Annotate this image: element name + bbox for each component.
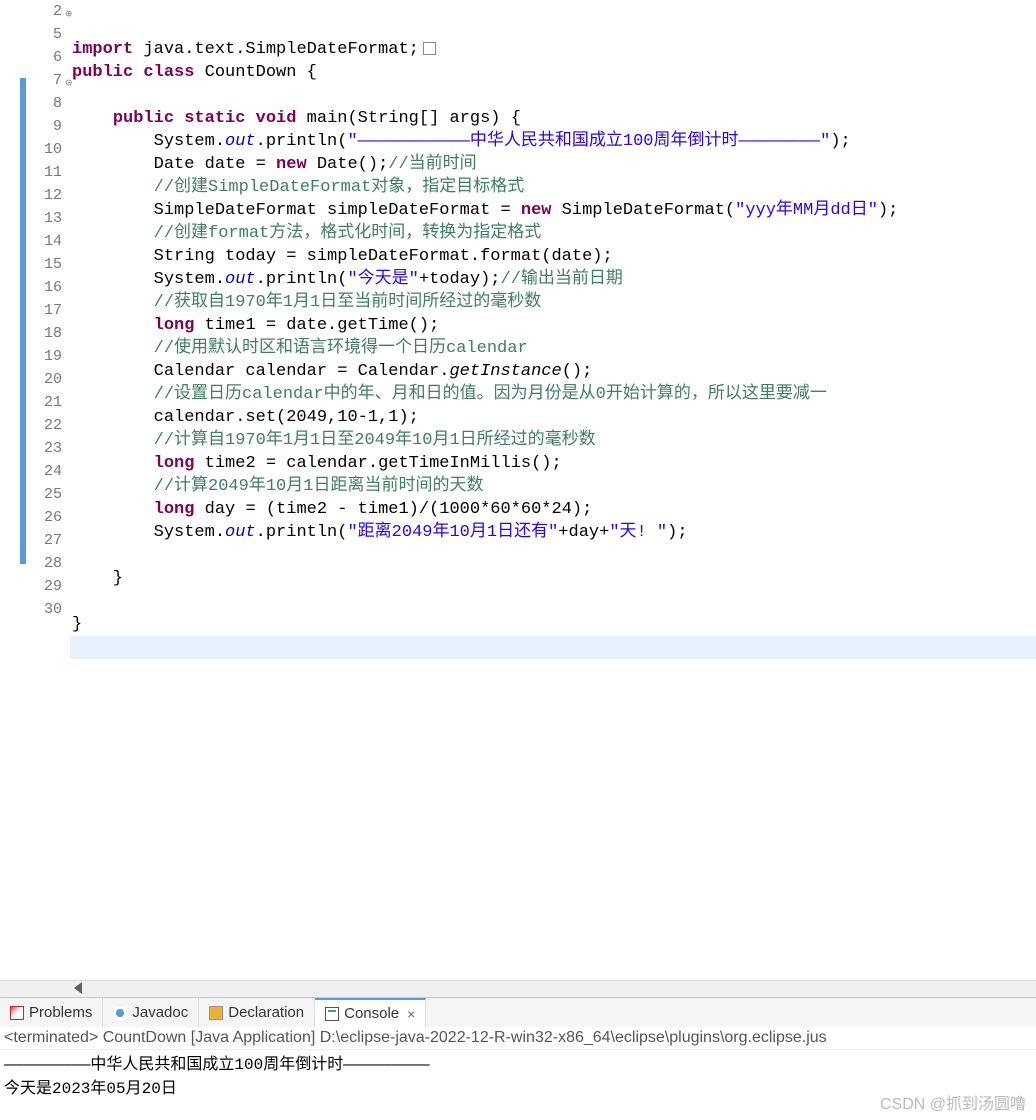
line-number: 8	[0, 92, 62, 115]
line-number: 29	[0, 575, 62, 598]
declaration-icon	[209, 1006, 223, 1020]
code-line[interactable]: }	[70, 613, 1036, 636]
code-line[interactable]: public class CountDown {	[70, 61, 1036, 84]
horizontal-scrollbar[interactable]	[0, 980, 1036, 997]
bottom-tabs: Problems Javadoc Declaration Console ×	[0, 997, 1036, 1027]
console-status: <terminated> CountDown [Java Application…	[0, 1027, 1036, 1050]
line-number: 11	[0, 161, 62, 184]
code-line[interactable]: //获取自1970年1月1日至当前时间所经过的毫秒数	[70, 291, 1036, 314]
line-number: 13	[0, 207, 62, 230]
line-number: 23	[0, 437, 62, 460]
code-editor[interactable]: 2⊕567⊖8910111213141516171819202122232425…	[0, 0, 1036, 980]
line-number: 6	[0, 46, 62, 69]
line-number: 28	[0, 552, 62, 575]
tab-declaration[interactable]: Declaration	[199, 998, 315, 1027]
code-line[interactable]: //使用默认时区和语言环境得一个日历calendar	[70, 337, 1036, 360]
code-line[interactable]: public static void main(String[] args) {	[70, 107, 1036, 130]
line-number: 16	[0, 276, 62, 299]
line-number: 27	[0, 529, 62, 552]
javadoc-icon	[113, 1006, 127, 1020]
watermark: CSDN @抓到汤圆噜	[880, 1090, 1026, 1114]
line-number: 9	[0, 115, 62, 138]
tab-console[interactable]: Console ×	[315, 998, 426, 1027]
tab-label: Javadoc	[132, 1004, 188, 1021]
tab-javadoc[interactable]: Javadoc	[103, 998, 199, 1027]
line-number: 18	[0, 322, 62, 345]
code-line[interactable]	[70, 636, 1036, 659]
code-line[interactable]: calendar.set(2049,10-1,1);	[70, 406, 1036, 429]
line-number: 12	[0, 184, 62, 207]
code-line[interactable]: System.out.println("距离2049年10月1日还有"+day+…	[70, 521, 1036, 544]
code-line[interactable]: long time2 = calendar.getTimeInMillis();	[70, 452, 1036, 475]
problems-icon	[10, 1006, 24, 1020]
code-line[interactable]: System.out.println("今天是"+today);//输出当前日期	[70, 268, 1036, 291]
line-number: 2⊕	[0, 0, 62, 23]
code-line[interactable]	[70, 544, 1036, 567]
line-number: 20	[0, 368, 62, 391]
scroll-left-icon[interactable]	[74, 982, 82, 994]
line-number: 5	[0, 23, 62, 46]
line-number: 22	[0, 414, 62, 437]
line-number: 24	[0, 460, 62, 483]
line-number-gutter: 2⊕567⊖8910111213141516171819202122232425…	[0, 0, 70, 980]
code-line[interactable]: //计算自1970年1月1日至2049年10月1日所经过的毫秒数	[70, 429, 1036, 452]
line-number: 7⊖	[0, 69, 62, 92]
code-line[interactable]	[70, 84, 1036, 107]
code-line[interactable]: //创建format方法，格式化时间，转换为指定格式	[70, 222, 1036, 245]
line-number: 30	[0, 598, 62, 621]
code-line[interactable]: long day = (time2 - time1)/(1000*60*60*2…	[70, 498, 1036, 521]
code-line[interactable]: //设置日历calendar中的年、月和日的值。因为月份是从0开始计算的，所以这…	[70, 383, 1036, 406]
code-line[interactable]: System.out.println("———————————中华人民共和国成立…	[70, 130, 1036, 153]
code-line[interactable]: }	[70, 567, 1036, 590]
code-line[interactable]: long time1 = date.getTime();	[70, 314, 1036, 337]
code-line[interactable]: Calendar calendar = Calendar.getInstance…	[70, 360, 1036, 383]
line-number: 10	[0, 138, 62, 161]
line-number: 26	[0, 506, 62, 529]
line-number: 15	[0, 253, 62, 276]
line-number: 14	[0, 230, 62, 253]
tab-label: Declaration	[228, 1004, 304, 1021]
code-line[interactable]: Date date = new Date();//当前时间	[70, 153, 1036, 176]
line-number: 21	[0, 391, 62, 414]
tab-label: Problems	[29, 1004, 92, 1021]
tab-label: Console	[344, 1005, 399, 1022]
code-line[interactable]	[70, 590, 1036, 613]
tab-problems[interactable]: Problems	[0, 998, 103, 1027]
line-number: 17	[0, 299, 62, 322]
code-line[interactable]: //创建SimpleDateFormat对象，指定目标格式	[70, 176, 1036, 199]
code-line[interactable]: SimpleDateFormat simpleDateFormat = new …	[70, 199, 1036, 222]
code-area[interactable]: import java.text.SimpleDateFormat;public…	[70, 0, 1036, 980]
code-line[interactable]: import java.text.SimpleDateFormat;	[70, 38, 1036, 61]
console-icon	[325, 1007, 339, 1021]
code-line[interactable]: String today = simpleDateFormat.format(d…	[70, 245, 1036, 268]
line-number: 25	[0, 483, 62, 506]
code-line[interactable]: //计算2049年10月1日距离当前时间的天数	[70, 475, 1036, 498]
close-icon[interactable]: ×	[404, 1006, 415, 1022]
line-number: 19	[0, 345, 62, 368]
